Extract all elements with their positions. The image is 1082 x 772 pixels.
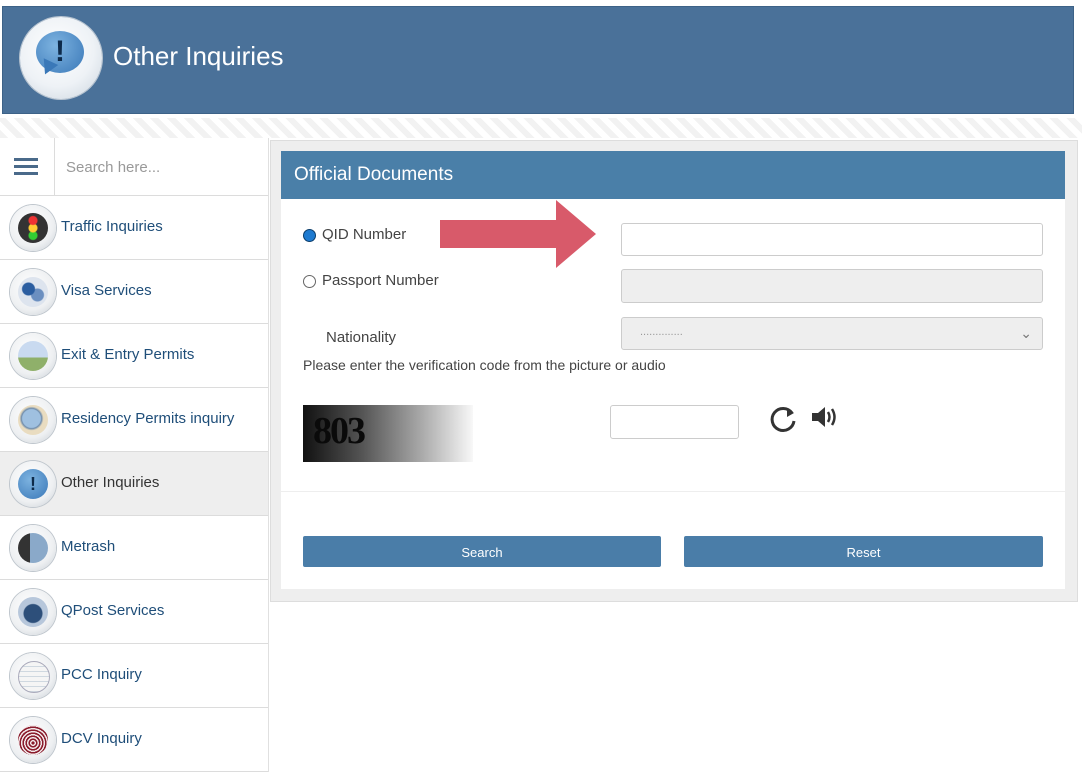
sidebar: Traffic Inquiries Visa Services Exit & E… xyxy=(0,138,273,772)
passport-number-input[interactable] xyxy=(621,269,1043,303)
sidebar-item-metrash[interactable]: Metrash xyxy=(0,516,268,580)
sidebar-item-label: Visa Services xyxy=(61,282,152,299)
captcha-input[interactable] xyxy=(610,405,739,439)
sidebar-item-visa-services[interactable]: Visa Services xyxy=(0,260,268,324)
sidebar-item-residency-permits[interactable]: Residency Permits inquiry xyxy=(0,388,268,452)
sidebar-item-label: Other Inquiries xyxy=(61,474,160,491)
sidebar-item-traffic-inquiries[interactable]: Traffic Inquiries xyxy=(0,196,268,260)
sidebar-item-label: PCC Inquiry xyxy=(61,666,142,683)
delivery-truck-icon xyxy=(10,589,56,635)
sidebar-item-label: Traffic Inquiries xyxy=(61,218,163,235)
sidebar-item-label: QPost Services xyxy=(61,602,165,619)
info-bubble-icon: ! xyxy=(20,17,102,99)
phone-user-icon xyxy=(10,525,56,571)
qid-radio[interactable] xyxy=(303,229,316,242)
sidebar-item-label: DCV Inquiry xyxy=(61,730,142,747)
captcha-image: 803 xyxy=(303,405,473,462)
page-title: Other Inquiries xyxy=(113,41,284,71)
fingerprint-icon xyxy=(10,717,56,763)
sidebar-item-qpost-services[interactable]: QPost Services xyxy=(0,580,268,644)
nationality-label: Nationality xyxy=(326,329,397,346)
sidebar-search xyxy=(0,138,273,196)
hamburger-menu-icon[interactable] xyxy=(0,138,55,195)
audio-speaker-icon[interactable] xyxy=(809,403,841,436)
decorative-pattern xyxy=(0,118,1082,138)
nationality-selected-value: .............. xyxy=(640,326,683,338)
sidebar-item-dcv-inquiry[interactable]: DCV Inquiry xyxy=(0,708,268,772)
annotation-arrow-icon xyxy=(438,198,598,275)
official-documents-panel: Official Documents QID Number Passport N… xyxy=(281,151,1065,589)
panel-header: Official Documents xyxy=(281,151,1065,199)
sidebar-item-label: Exit & Entry Permits xyxy=(61,346,195,363)
certificate-icon xyxy=(10,653,56,699)
captcha-text: 803 xyxy=(313,410,366,452)
magnifier-globe-icon xyxy=(10,397,56,443)
info-bubble-icon: ! xyxy=(10,461,56,507)
sidebar-item-exit-entry-permits[interactable]: Exit & Entry Permits xyxy=(0,324,268,388)
page-header: ! Other Inquiries xyxy=(2,6,1074,114)
sidebar-item-label: Residency Permits inquiry xyxy=(61,410,235,427)
verification-prompt: Please enter the verification code from … xyxy=(303,357,666,373)
passport-label: Passport Number xyxy=(322,272,439,289)
panel-title: Official Documents xyxy=(294,164,454,185)
sidebar-search-input[interactable] xyxy=(56,146,273,188)
passport-radio[interactable] xyxy=(303,275,316,288)
qid-label: QID Number xyxy=(322,226,407,243)
chevron-down-icon: ⌄ xyxy=(1020,325,1032,341)
sidebar-item-label: Metrash xyxy=(61,538,116,555)
search-button[interactable]: Search xyxy=(303,536,661,567)
airplane-icon xyxy=(10,333,56,379)
reset-button[interactable]: Reset xyxy=(684,536,1043,567)
sidebar-item-other-inquiries[interactable]: ! Other Inquiries xyxy=(0,452,268,516)
qid-number-input[interactable] xyxy=(621,223,1043,256)
nationality-select[interactable]: .............. ⌄ xyxy=(621,317,1043,350)
sidebar-item-pcc-inquiry[interactable]: PCC Inquiry xyxy=(0,644,268,708)
traffic-light-icon xyxy=(10,205,56,251)
visa-stamp-icon xyxy=(10,269,56,315)
inquiry-form: QID Number Passport Number Nationality .… xyxy=(281,199,1065,492)
refresh-icon[interactable] xyxy=(767,403,799,440)
